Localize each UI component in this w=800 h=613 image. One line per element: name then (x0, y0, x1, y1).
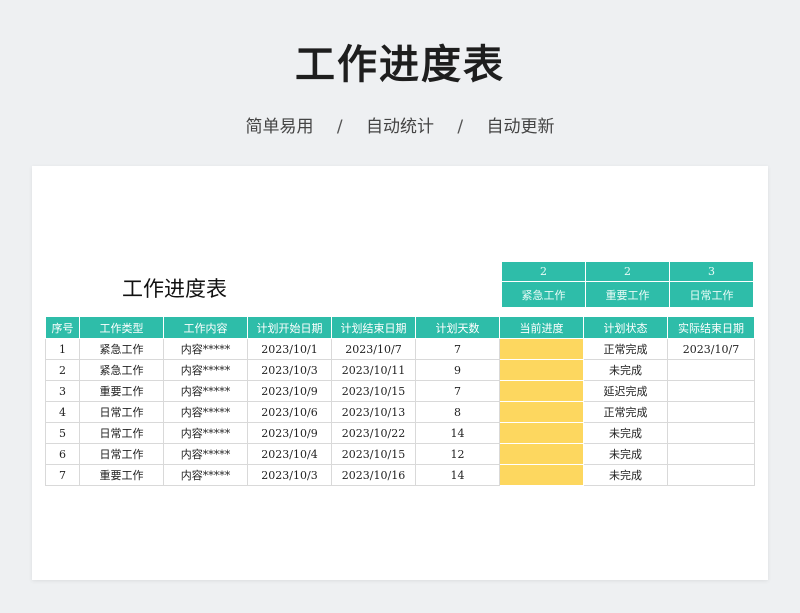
cell-no[interactable]: 1 (45, 338, 80, 360)
col-header-type[interactable]: 工作类型 (79, 316, 164, 339)
col-header-actual-end[interactable]: 实际结束日期 (667, 316, 755, 339)
cell-no[interactable]: 2 (45, 359, 80, 381)
table-row: 2 紧急工作 内容***** 2023/10/3 2023/10/11 9 未完… (45, 359, 755, 381)
cell-status[interactable]: 未完成 (583, 422, 668, 444)
cell-status[interactable]: 未完成 (583, 464, 668, 486)
summary-count-important[interactable]: 2 (585, 261, 670, 282)
summary-label-important[interactable]: 重要工作 (585, 281, 670, 308)
cell-content[interactable]: 内容***** (163, 359, 248, 381)
cell-type[interactable]: 日常工作 (79, 443, 164, 465)
cell-start[interactable]: 2023/10/9 (247, 380, 332, 402)
cell-end[interactable]: 2023/10/11 (331, 359, 416, 381)
col-header-days[interactable]: 计划天数 (415, 316, 500, 339)
cell-progress[interactable] (499, 464, 584, 486)
cell-content[interactable]: 内容***** (163, 443, 248, 465)
cell-content[interactable]: 内容***** (163, 380, 248, 402)
spreadsheet-card: 工作进度表 2 2 3 紧急工作 重要工作 日常工作 序号 工作类型 工作内容 … (32, 166, 768, 580)
table-row: 7 重要工作 内容***** 2023/10/3 2023/10/16 14 未… (45, 464, 755, 486)
cell-type[interactable]: 重要工作 (79, 380, 164, 402)
summary-label-urgent[interactable]: 紧急工作 (501, 281, 586, 308)
summary-count-urgent[interactable]: 2 (501, 261, 586, 282)
cell-no[interactable]: 6 (45, 443, 80, 465)
cell-start[interactable]: 2023/10/4 (247, 443, 332, 465)
cell-start[interactable]: 2023/10/3 (247, 359, 332, 381)
separator: / (457, 117, 464, 137)
cell-end[interactable]: 2023/10/15 (331, 443, 416, 465)
cell-actual-end[interactable] (667, 422, 755, 444)
table-row: 6 日常工作 内容***** 2023/10/4 2023/10/15 12 未… (45, 443, 755, 465)
col-header-status[interactable]: 计划状态 (583, 316, 668, 339)
cell-actual-end[interactable] (667, 380, 755, 402)
page-title: 工作进度表 (295, 42, 505, 88)
cell-days[interactable]: 9 (415, 359, 500, 381)
feature-auto-stats: 自动统计 (366, 117, 434, 137)
cell-type[interactable]: 日常工作 (79, 422, 164, 444)
cell-type[interactable]: 日常工作 (79, 401, 164, 423)
feature-auto-update: 自动更新 (486, 117, 555, 137)
cell-status[interactable]: 未完成 (583, 359, 668, 381)
cell-actual-end[interactable] (667, 464, 755, 486)
cell-days[interactable]: 7 (415, 380, 500, 402)
cell-start[interactable]: 2023/10/9 (247, 422, 332, 444)
col-header-content[interactable]: 工作内容 (163, 316, 248, 339)
col-header-no[interactable]: 序号 (45, 316, 80, 339)
cell-no[interactable]: 7 (45, 464, 80, 486)
cell-days[interactable]: 14 (415, 422, 500, 444)
cell-progress[interactable] (499, 359, 584, 381)
cell-no[interactable]: 4 (45, 401, 80, 423)
feature-easy: 简单易用 (245, 117, 314, 137)
cell-no[interactable]: 5 (45, 422, 80, 444)
table-header-row: 序号 工作类型 工作内容 计划开始日期 计划结束日期 计划天数 当前进度 计划状… (45, 316, 755, 339)
cell-status[interactable]: 正常完成 (583, 338, 668, 360)
cell-type[interactable]: 紧急工作 (79, 359, 164, 381)
cell-progress[interactable] (499, 443, 584, 465)
sheet-title: 工作进度表 (122, 277, 227, 301)
cell-status[interactable]: 正常完成 (583, 401, 668, 423)
progress-table: 序号 工作类型 工作内容 计划开始日期 计划结束日期 计划天数 当前进度 计划状… (45, 316, 755, 486)
cell-start[interactable]: 2023/10/1 (247, 338, 332, 360)
col-header-end[interactable]: 计划结束日期 (331, 316, 416, 339)
cell-end[interactable]: 2023/10/22 (331, 422, 416, 444)
cell-start[interactable]: 2023/10/6 (247, 401, 332, 423)
cell-type[interactable]: 重要工作 (79, 464, 164, 486)
cell-actual-end[interactable]: 2023/10/7 (667, 338, 755, 360)
cell-end[interactable]: 2023/10/16 (331, 464, 416, 486)
summary-label-daily[interactable]: 日常工作 (669, 281, 754, 308)
cell-progress[interactable] (499, 422, 584, 444)
table-row: 4 日常工作 内容***** 2023/10/6 2023/10/13 8 正常… (45, 401, 755, 423)
cell-days[interactable]: 12 (415, 443, 500, 465)
summary-table: 2 2 3 紧急工作 重要工作 日常工作 (501, 261, 754, 308)
cell-progress[interactable] (499, 338, 584, 360)
cell-status[interactable]: 延迟完成 (583, 380, 668, 402)
cell-end[interactable]: 2023/10/13 (331, 401, 416, 423)
cell-actual-end[interactable] (667, 401, 755, 423)
cell-end[interactable]: 2023/10/15 (331, 380, 416, 402)
cell-content[interactable]: 内容***** (163, 338, 248, 360)
table-row: 5 日常工作 内容***** 2023/10/9 2023/10/22 14 未… (45, 422, 755, 444)
cell-start[interactable]: 2023/10/3 (247, 464, 332, 486)
col-header-start[interactable]: 计划开始日期 (247, 316, 332, 339)
cell-status[interactable]: 未完成 (583, 443, 668, 465)
cell-progress[interactable] (499, 401, 584, 423)
cell-end[interactable]: 2023/10/7 (331, 338, 416, 360)
cell-type[interactable]: 紧急工作 (79, 338, 164, 360)
cell-days[interactable]: 8 (415, 401, 500, 423)
table-row: 1 紧急工作 内容***** 2023/10/1 2023/10/7 7 正常完… (45, 338, 755, 360)
cell-progress[interactable] (499, 380, 584, 402)
summary-count-daily[interactable]: 3 (669, 261, 754, 282)
cell-no[interactable]: 3 (45, 380, 80, 402)
cell-content[interactable]: 内容***** (163, 422, 248, 444)
separator: / (336, 117, 343, 137)
col-header-progress[interactable]: 当前进度 (499, 316, 584, 339)
cell-content[interactable]: 内容***** (163, 464, 248, 486)
table-row: 3 重要工作 内容***** 2023/10/9 2023/10/15 7 延迟… (45, 380, 755, 402)
cell-days[interactable]: 14 (415, 464, 500, 486)
cell-actual-end[interactable] (667, 359, 755, 381)
cell-days[interactable]: 7 (415, 338, 500, 360)
cell-actual-end[interactable] (667, 443, 755, 465)
feature-tagline: 简单易用 / 自动统计 / 自动更新 (0, 112, 800, 137)
cell-content[interactable]: 内容***** (163, 401, 248, 423)
